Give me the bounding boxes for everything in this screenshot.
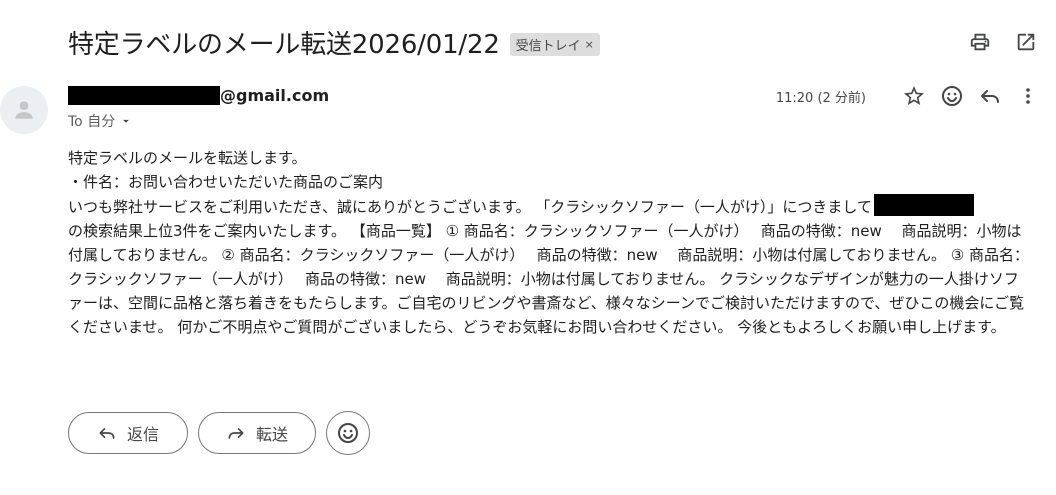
- sender-name-redacted: [68, 86, 220, 105]
- message-body: 特定ラベルのメールを転送します。 ・件名：お問い合わせいただいた商品のご案内 い…: [68, 146, 1030, 339]
- body-line-3: いつも弊社サービスをご利用いただき、誠にありがとうございます。 「クラシックソフ…: [68, 194, 1030, 219]
- label-chip-text: 受信トレイ: [515, 39, 581, 54]
- forward-icon: [228, 428, 244, 439]
- to-label: To 自分: [68, 114, 116, 130]
- timestamp: 11:20 (2 分前): [775, 90, 866, 106]
- top-actions: [968, 30, 1038, 54]
- reply-icon: [981, 90, 999, 103]
- label-remove-button[interactable]: ×: [585, 38, 594, 51]
- person-icon: [15, 101, 33, 119]
- print-icon: [970, 33, 990, 51]
- sender-row: @gmail.com: [68, 86, 329, 105]
- body-line-2: ・件名：お問い合わせいただいた商品のご案内: [68, 173, 384, 191]
- subject-row: 特定ラベルのメール転送2026/01/22 受信トレイ ×: [68, 24, 600, 61]
- sender-avatar[interactable]: [0, 86, 48, 134]
- emoji-icon: [338, 423, 358, 443]
- body-line-3-text: いつも弊社サービスをご利用いただき、誠にありがとうございます。 「クラシックソフ…: [68, 198, 872, 216]
- star-button[interactable]: [902, 84, 926, 108]
- redacted-block: [873, 194, 974, 216]
- action-buttons: 返信 転送: [68, 411, 370, 455]
- emoji-react-button[interactable]: [940, 84, 964, 108]
- more-vert-icon: [1026, 88, 1030, 104]
- reply-button[interactable]: 返信: [68, 412, 188, 454]
- emoji-react-button-bottom[interactable]: [326, 411, 370, 455]
- more-options-button[interactable]: [1016, 84, 1040, 108]
- reply-icon: [99, 428, 115, 439]
- sender-email-domain: @gmail.com: [220, 86, 330, 105]
- open-new-window-button[interactable]: [1014, 30, 1038, 54]
- chevron-down-icon[interactable]: [119, 114, 133, 128]
- recipient-row[interactable]: To 自分: [68, 111, 133, 131]
- body-paragraph: の検索結果上位3件をご案内いたします。 【商品一覧】 ① 商品名：クラシックソフ…: [68, 222, 1030, 336]
- forward-button[interactable]: 転送: [198, 412, 316, 454]
- open-in-new-window-icon: [1017, 33, 1035, 51]
- emoji-icon: [942, 86, 962, 106]
- body-line-1: 特定ラベルのメールを転送します。: [68, 149, 307, 167]
- subject-title: 特定ラベルのメール転送2026/01/22: [68, 30, 500, 60]
- star-icon: [904, 86, 924, 105]
- label-chip-inbox[interactable]: 受信トレイ ×: [509, 33, 600, 56]
- reply-button-label: 返信: [126, 425, 159, 444]
- forward-button-label: 転送: [255, 425, 288, 444]
- message-meta: 11:20 (2 分前): [776, 84, 1040, 108]
- print-button[interactable]: [968, 30, 992, 54]
- reply-button-top[interactable]: [978, 84, 1002, 108]
